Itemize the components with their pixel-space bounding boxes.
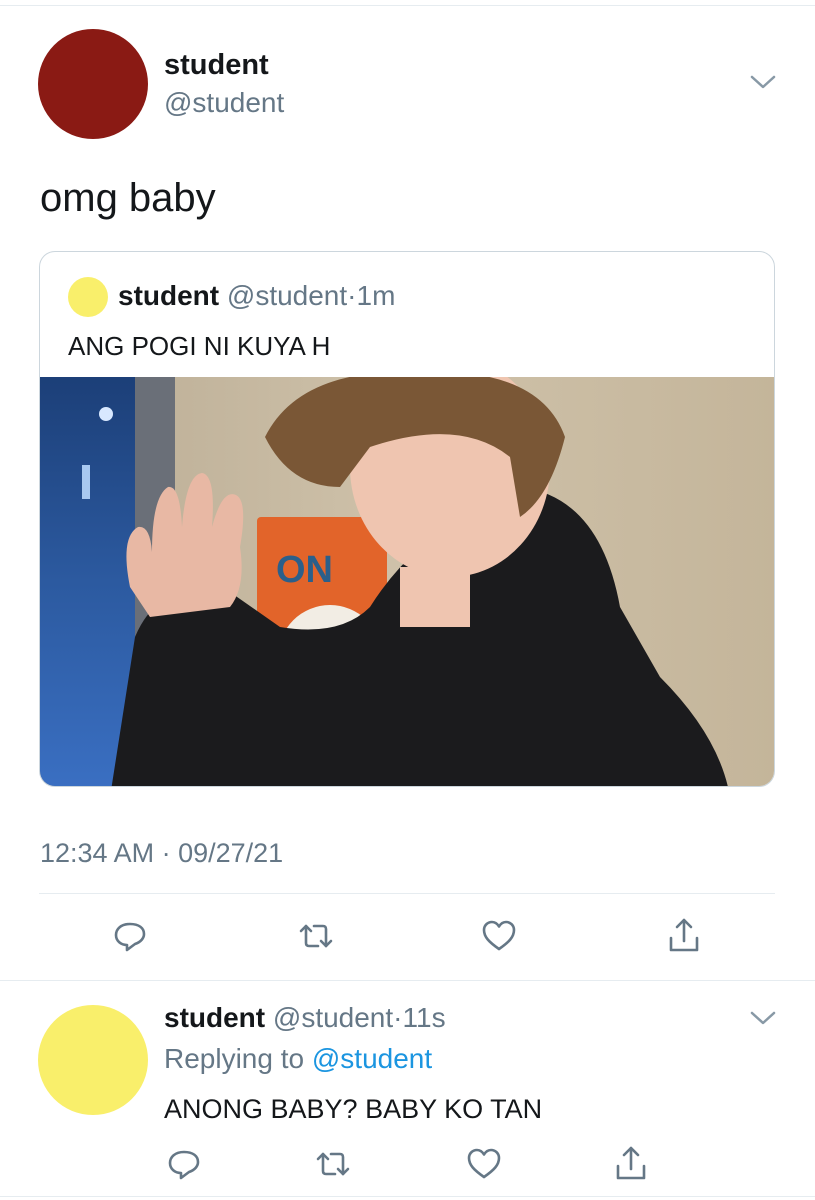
- sign-text: ON: [276, 549, 333, 591]
- avatar[interactable]: [38, 1005, 148, 1115]
- quoted-tweet-header: student @student·1m: [118, 279, 395, 313]
- separator: ·: [393, 1002, 403, 1033]
- reply-icon[interactable]: [164, 1144, 204, 1184]
- tweet-age: 1m: [356, 280, 396, 311]
- like-icon[interactable]: [479, 916, 519, 956]
- avatar: [68, 277, 108, 317]
- replying-to: Replying to @student: [164, 1042, 432, 1076]
- top-divider: [0, 5, 815, 6]
- tweet-text: omg baby: [40, 176, 216, 220]
- chevron-down-icon[interactable]: [750, 1010, 776, 1031]
- display-name[interactable]: student: [164, 1002, 265, 1033]
- separator: ·: [347, 280, 357, 311]
- retweet-icon[interactable]: [296, 916, 336, 956]
- share-icon[interactable]: [611, 1144, 651, 1184]
- like-icon[interactable]: [464, 1144, 504, 1184]
- replying-to-label: Replying to: [164, 1043, 305, 1074]
- stats-divider: [39, 893, 775, 894]
- retweet-icon[interactable]: [313, 1144, 353, 1184]
- quoted-tweet-text: ANG POGI NI KUYA H: [68, 331, 331, 361]
- display-name[interactable]: student: [164, 48, 269, 82]
- display-name: student: [118, 280, 220, 311]
- share-icon[interactable]: [664, 916, 704, 956]
- quoted-tweet-card[interactable]: student @student·1m ANG POGI NI KUYA H O…: [39, 251, 775, 787]
- tweet-photo[interactable]: ON: [40, 357, 774, 786]
- tweet-timestamp: 12:34 AM · 09/27/21: [40, 838, 284, 868]
- reply-header: student @student·11s: [164, 1001, 446, 1035]
- bottom-divider: [0, 1196, 815, 1197]
- reply-icon[interactable]: [110, 916, 150, 956]
- chevron-down-icon[interactable]: [750, 74, 776, 95]
- avatar[interactable]: [38, 29, 148, 139]
- tweet-age: 11s: [402, 1002, 446, 1033]
- handle[interactable]: @student: [164, 86, 284, 120]
- handle[interactable]: @student: [273, 1002, 393, 1033]
- handle: @student: [226, 280, 348, 311]
- tweet-text: ANONG BABY? BABY KO TAN: [164, 1094, 543, 1124]
- tweet-divider: [0, 980, 815, 981]
- replying-to-mention[interactable]: @student: [312, 1043, 432, 1074]
